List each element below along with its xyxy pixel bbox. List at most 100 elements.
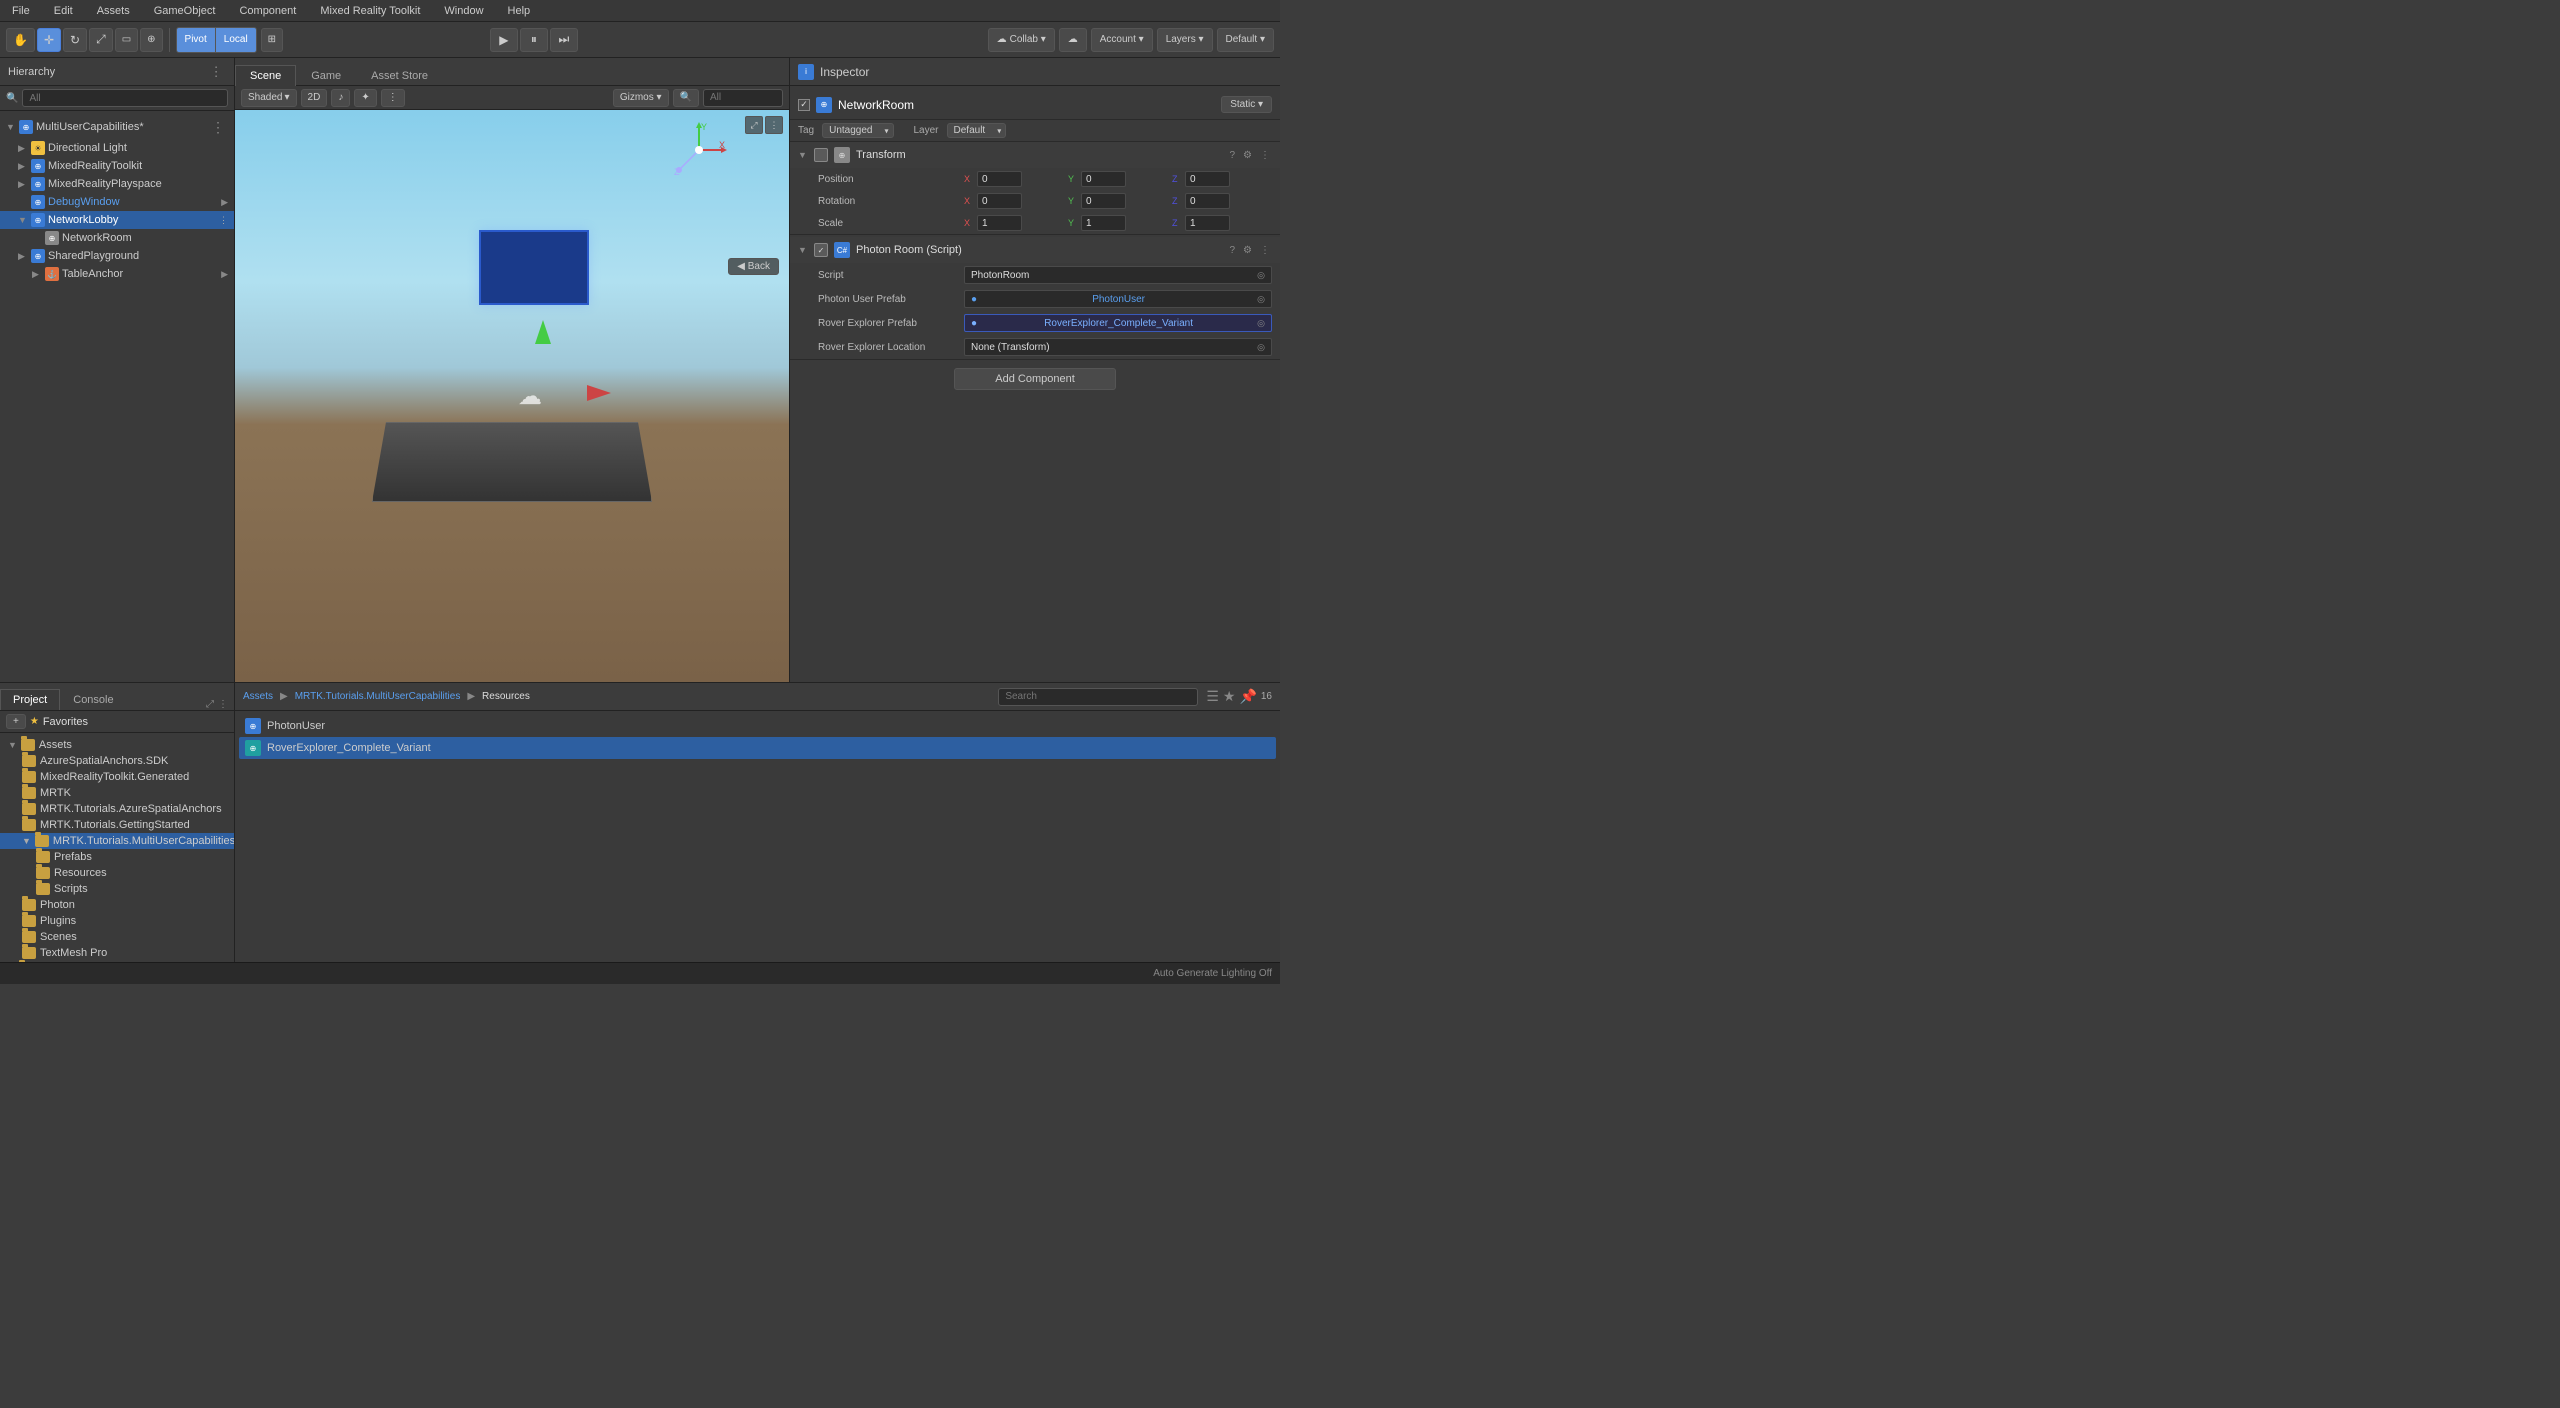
add-component-button[interactable]: Add Component xyxy=(954,368,1116,390)
project-item-mrtk[interactable]: MRTK xyxy=(0,785,234,801)
photon-toggle[interactable]: ✓ xyxy=(814,243,828,257)
local-btn[interactable]: Local xyxy=(216,28,256,52)
photon-more-btn[interactable]: ⋮ xyxy=(1258,245,1272,256)
step-btn[interactable]: ⏭ xyxy=(550,28,578,52)
transform-tool-btn[interactable]: ⊕ xyxy=(140,28,162,52)
tab-asset-store[interactable]: Asset Store xyxy=(356,65,443,86)
scene-maximize-btn[interactable]: ⤢ xyxy=(745,116,763,134)
move-tool-btn[interactable]: ✛ xyxy=(37,28,61,52)
menu-gameobject[interactable]: GameObject xyxy=(150,3,220,19)
project-item-mrtk-gen[interactable]: MixedRealityToolkit.Generated xyxy=(0,769,234,785)
collab-btn[interactable]: ☁ Collab ▾ xyxy=(988,28,1055,52)
photon-help-btn[interactable]: ? xyxy=(1227,245,1237,256)
static-dropdown[interactable]: Static ▾ xyxy=(1221,96,1272,113)
tree-item-mrtk-playspace[interactable]: ▶ ⊕ MixedRealityPlayspace xyxy=(0,175,234,193)
photon-user-prefab-field[interactable]: ● PhotonUser ◎ xyxy=(964,290,1272,308)
layer-dropdown[interactable]: Default xyxy=(947,123,1007,138)
effects-btn[interactable]: ✦ xyxy=(354,89,376,107)
menu-help[interactable]: Help xyxy=(504,3,535,19)
layout-dropdown[interactable]: Default ▾ xyxy=(1217,28,1274,52)
breadcrumb-mrtk-multi[interactable]: MRTK.Tutorials.MultiUserCapabilities xyxy=(295,691,461,702)
pos-z-input[interactable] xyxy=(1185,171,1230,187)
asset-item-rover-explorer[interactable]: ⊕ RoverExplorer_Complete_Variant xyxy=(239,737,1276,759)
menu-assets[interactable]: Assets xyxy=(93,3,134,19)
play-btn[interactable]: ▶ xyxy=(490,28,518,52)
tab-console[interactable]: Console xyxy=(60,689,126,710)
project-maximize-btn[interactable]: ⤢ xyxy=(206,699,214,710)
script-field[interactable]: PhotonRoom ◎ xyxy=(964,266,1272,284)
tree-item-network-lobby[interactable]: ▼ ⊕ NetworkLobby ⋮ xyxy=(0,211,234,229)
scene-search-btn[interactable]: 🔍 xyxy=(673,89,699,107)
asset-star-btn[interactable]: ★ xyxy=(1223,688,1236,705)
snap-btn[interactable]: ⊞ xyxy=(261,28,283,52)
tree-item-network-room[interactable]: ⊕ NetworkRoom xyxy=(0,229,234,247)
tab-project[interactable]: Project xyxy=(0,689,60,710)
project-item-azure[interactable]: AzureSpatialAnchors.SDK xyxy=(0,753,234,769)
2d-toggle[interactable]: 2D xyxy=(301,89,328,107)
scale-y-input[interactable] xyxy=(1081,215,1126,231)
tree-item-mrtk[interactable]: ▶ ⊕ MixedRealityToolkit xyxy=(0,157,234,175)
scene-menu-btn[interactable]: ⋮ xyxy=(765,116,783,134)
rot-y-input[interactable] xyxy=(1081,193,1126,209)
pos-x-input[interactable] xyxy=(977,171,1022,187)
menu-mixed-reality[interactable]: Mixed Reality Toolkit xyxy=(316,3,424,19)
project-item-mrtk-multi[interactable]: ▼ MRTK.Tutorials.MultiUserCapabilities xyxy=(0,833,234,849)
tree-item-table-anchor[interactable]: ▶ ⚓ TableAnchor ▶ xyxy=(0,265,234,283)
layers-dropdown[interactable]: Layers ▾ xyxy=(1157,28,1213,52)
menu-file[interactable]: File xyxy=(8,3,34,19)
cloud-btn[interactable]: ☁ xyxy=(1059,28,1087,52)
menu-edit[interactable]: Edit xyxy=(50,3,77,19)
object-active-checkbox[interactable]: ✓ xyxy=(798,99,810,111)
menu-window[interactable]: Window xyxy=(440,3,487,19)
scale-tool-btn[interactable]: ⤢ xyxy=(89,28,113,52)
tree-item-debug-window[interactable]: ⊕ DebugWindow ▶ xyxy=(0,193,234,211)
root-more-btn[interactable]: ⋮ xyxy=(208,117,228,137)
account-dropdown[interactable]: Account ▾ xyxy=(1091,28,1153,52)
menu-component[interactable]: Component xyxy=(235,3,300,19)
transform-settings-btn[interactable]: ⚙ xyxy=(1241,150,1254,161)
scene-search-input[interactable] xyxy=(703,89,783,107)
project-item-plugins[interactable]: Plugins xyxy=(0,913,234,929)
scale-z-input[interactable] xyxy=(1185,215,1230,231)
transform-help-btn[interactable]: ? xyxy=(1227,150,1237,161)
transform-header[interactable]: ▼ ⊕ Transform ? ⚙ ⋮ xyxy=(790,142,1280,168)
asset-list-view-btn[interactable]: ☰ xyxy=(1206,688,1219,705)
tree-item-shared-playground[interactable]: ▶ ⊕ SharedPlayground xyxy=(0,247,234,265)
pos-y-input[interactable] xyxy=(1081,171,1126,187)
project-item-scripts[interactable]: Scripts xyxy=(0,881,234,897)
project-more-btn[interactable]: ⋮ xyxy=(218,699,228,710)
tab-scene[interactable]: Scene xyxy=(235,65,296,86)
pause-btn[interactable]: ⏸ xyxy=(520,28,548,52)
transform-more-btn[interactable]: ⋮ xyxy=(1258,150,1272,161)
pivot-btn[interactable]: Pivot xyxy=(177,28,216,52)
transform-toggle[interactable] xyxy=(814,148,828,162)
photon-room-header[interactable]: ▼ ✓ C# Photon Room (Script) ? ⚙ ⋮ xyxy=(790,237,1280,263)
project-item-mrtk-azure[interactable]: MRTK.Tutorials.AzureSpatialAnchors xyxy=(0,801,234,817)
back-btn[interactable]: ◀ Back xyxy=(728,258,779,275)
hierarchy-more-btn[interactable]: ⋮ xyxy=(206,62,226,82)
asset-pin-btn[interactable]: 📌 xyxy=(1239,688,1256,705)
shading-mode-dropdown[interactable]: Shaded ▾ xyxy=(241,89,297,107)
breadcrumb-assets[interactable]: Assets xyxy=(243,691,273,702)
rot-z-input[interactable] xyxy=(1185,193,1230,209)
rover-explorer-prefab-field[interactable]: ● RoverExplorer_Complete_Variant ◎ xyxy=(964,314,1272,332)
project-item-prefabs[interactable]: Prefabs xyxy=(0,849,234,865)
photon-settings-btn[interactable]: ⚙ xyxy=(1241,245,1254,256)
project-item-photon[interactable]: Photon xyxy=(0,897,234,913)
tab-game[interactable]: Game xyxy=(296,65,356,86)
hand-tool-btn[interactable]: ✋ xyxy=(6,28,35,52)
rect-tool-btn[interactable]: ▭ xyxy=(115,28,138,52)
scene-options-btn[interactable]: ⋮ xyxy=(381,89,405,107)
gizmos-dropdown[interactable]: Gizmos ▾ xyxy=(613,89,669,107)
rotate-tool-btn[interactable]: ↻ xyxy=(63,28,87,52)
add-asset-btn[interactable]: + xyxy=(6,714,26,729)
hierarchy-search-input[interactable] xyxy=(22,89,228,107)
project-item-textmesh[interactable]: TextMesh Pro xyxy=(0,945,234,961)
project-item-scenes[interactable]: Scenes xyxy=(0,929,234,945)
asset-search-input[interactable] xyxy=(998,688,1198,706)
rot-x-input[interactable] xyxy=(977,193,1022,209)
scale-x-input[interactable] xyxy=(977,215,1022,231)
project-packages-root[interactable]: ▶ Packages xyxy=(0,961,234,962)
tag-dropdown[interactable]: Untagged xyxy=(822,123,893,138)
hierarchy-root[interactable]: ▼ ⊕ MultiUserCapabilities* ⋮ xyxy=(0,115,234,139)
